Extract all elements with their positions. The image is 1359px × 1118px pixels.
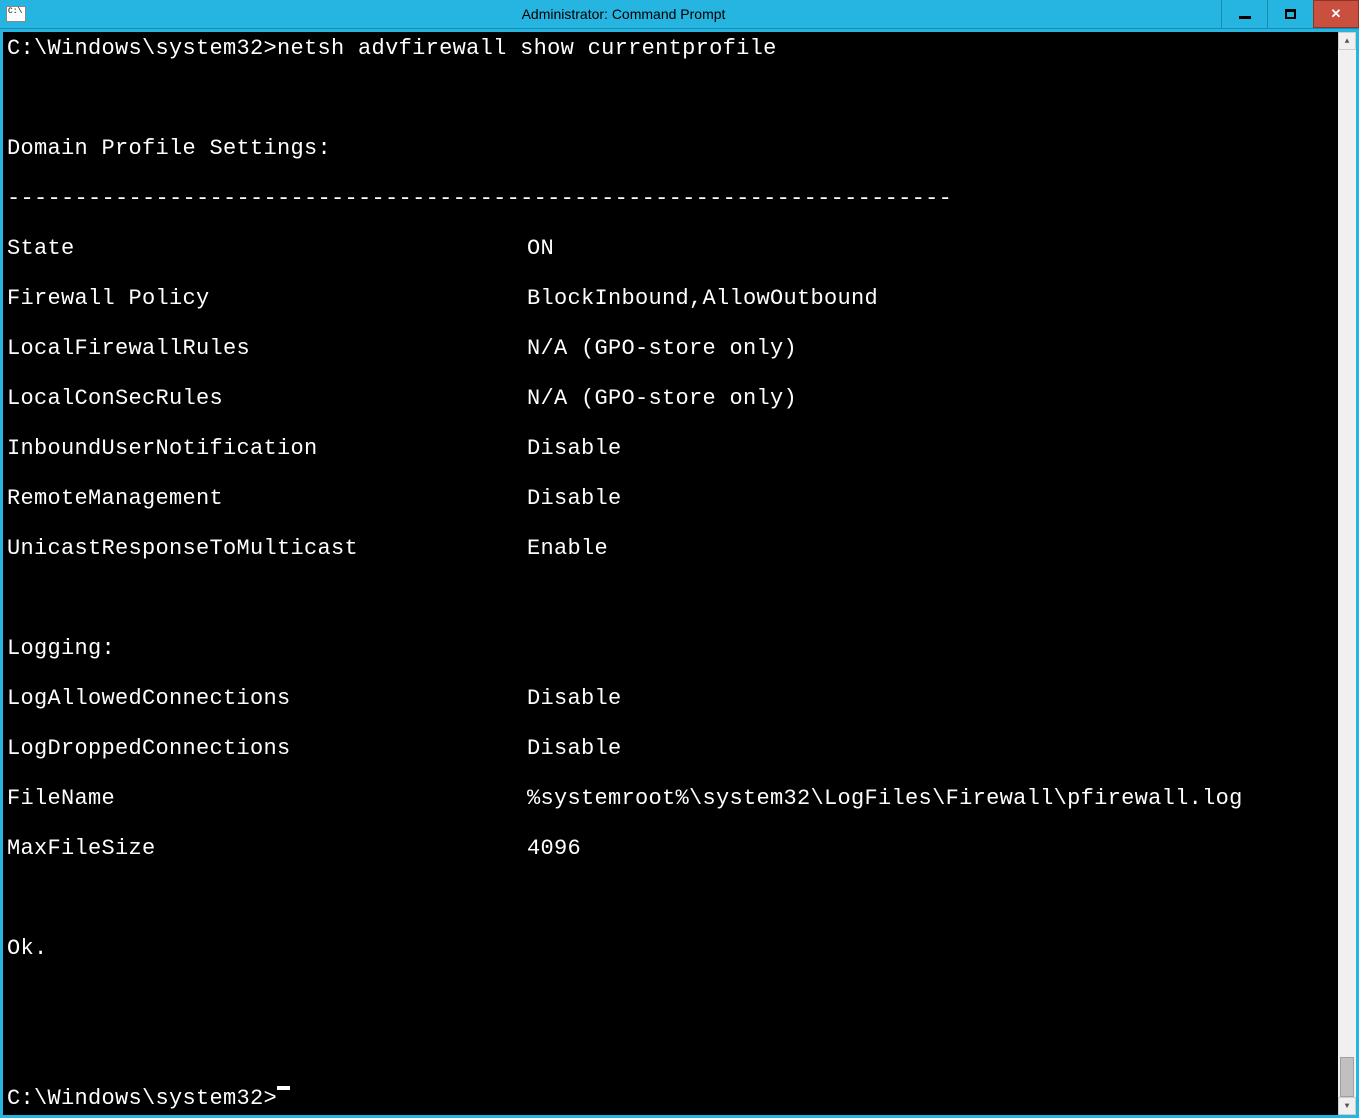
scroll-down-button[interactable]: ▼ [1338,1097,1356,1115]
setting-value: ON [527,236,554,261]
setting-row: RemoteManagementDisable [7,486,1338,511]
maximize-button[interactable] [1267,0,1313,28]
prompt: C:\Windows\system32> [7,36,277,61]
setting-row: Firewall PolicyBlockInbound,AllowOutboun… [7,286,1338,311]
titlebar[interactable]: Administrator: Command Prompt ✕ [0,0,1359,29]
console-output[interactable]: C:\Windows\system32>netsh advfirewall sh… [3,32,1338,1115]
setting-row: StateON [7,236,1338,261]
scroll-track[interactable] [1338,50,1356,1097]
maximize-icon [1285,9,1296,19]
setting-row: InboundUserNotificationDisable [7,436,1338,461]
setting-value: Disable [527,686,622,711]
minimize-button[interactable] [1221,0,1267,28]
setting-value: Disable [527,486,622,511]
setting-key: MaxFileSize [7,836,527,861]
setting-value: %systemroot%\system32\LogFiles\Firewall\… [527,786,1243,811]
setting-value: Disable [527,436,622,461]
setting-key: FileName [7,786,527,811]
setting-value: Disable [527,736,622,761]
close-button[interactable]: ✕ [1313,0,1359,28]
setting-key: InboundUserNotification [7,436,527,461]
scroll-thumb[interactable] [1340,1057,1354,1097]
cursor [277,1086,290,1090]
setting-key: RemoteManagement [7,486,527,511]
logging-header: Logging: [7,636,1338,661]
setting-key: LocalConSecRules [7,386,527,411]
scroll-up-button[interactable]: ▲ [1338,32,1356,50]
setting-key: LogAllowedConnections [7,686,527,711]
setting-key: LogDroppedConnections [7,736,527,761]
prompt: C:\Windows\system32> [7,1086,277,1111]
setting-key: Firewall Policy [7,286,527,311]
setting-row: LogAllowedConnectionsDisable [7,686,1338,711]
vertical-scrollbar[interactable]: ▲ ▼ [1338,32,1356,1115]
window-title: Administrator: Command Prompt [26,6,1221,22]
command-text: netsh advfirewall show currentprofile [277,36,777,61]
setting-key: LocalFirewallRules [7,336,527,361]
setting-value: Enable [527,536,608,561]
section-header: Domain Profile Settings: [7,136,1338,161]
setting-key: State [7,236,527,261]
setting-value: 4096 [527,836,581,861]
setting-value: N/A (GPO-store only) [527,336,797,361]
setting-value: N/A (GPO-store only) [527,386,797,411]
setting-value: BlockInbound,AllowOutbound [527,286,878,311]
setting-row: UnicastResponseToMulticastEnable [7,536,1338,561]
setting-row: MaxFileSize4096 [7,836,1338,861]
setting-row: LocalFirewallRulesN/A (GPO-store only) [7,336,1338,361]
cmd-icon [6,6,26,22]
divider: ----------------------------------------… [7,186,1338,211]
ok-line: Ok. [7,936,1338,961]
setting-row: FileName%systemroot%\system32\LogFiles\F… [7,786,1338,811]
window-controls: ✕ [1221,0,1359,28]
close-icon: ✕ [1331,6,1342,22]
content-wrapper: C:\Windows\system32>netsh advfirewall sh… [0,29,1359,1118]
setting-row: LogDroppedConnectionsDisable [7,736,1338,761]
setting-key: UnicastResponseToMulticast [7,536,527,561]
command-prompt-window: Administrator: Command Prompt ✕ C:\Windo… [0,0,1359,603]
minimize-icon [1239,16,1251,19]
setting-row: LocalConSecRulesN/A (GPO-store only) [7,386,1338,411]
